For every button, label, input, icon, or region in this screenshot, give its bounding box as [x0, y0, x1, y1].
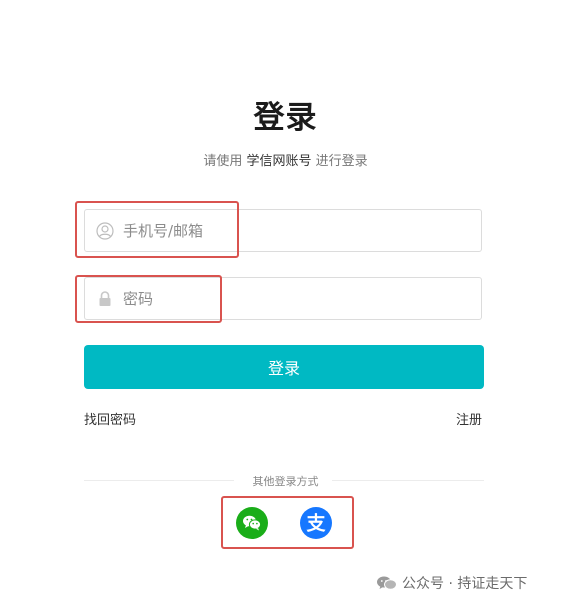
- page-title: 登录: [253, 100, 318, 136]
- alipay-icon: 支: [305, 513, 326, 535]
- alipay-login-button[interactable]: 支: [300, 507, 332, 539]
- lock-icon: [96, 290, 114, 308]
- login-page: 登录 请使用 学信网账号 进行登录 登录 找回密码 注册 其他登录方式: [0, 0, 571, 606]
- watermark: 公众号 · 持证走天下: [376, 573, 527, 593]
- divider-right: [332, 480, 484, 481]
- wechat-login-button[interactable]: [236, 507, 268, 539]
- forgot-password-link[interactable]: 找回密码: [84, 409, 136, 428]
- wechat-icon: [243, 515, 262, 531]
- register-link[interactable]: 注册: [456, 409, 482, 428]
- login-button[interactable]: 登录: [84, 345, 484, 389]
- subtitle-brand: 学信网账号: [246, 154, 312, 169]
- username-field[interactable]: [84, 209, 482, 252]
- user-circle-icon: [96, 222, 114, 240]
- svg-text:支: 支: [305, 513, 326, 535]
- page-subtitle: 请使用 学信网账号 进行登录: [0, 150, 571, 169]
- other-login-label: 其他登录方式: [252, 475, 319, 488]
- username-input[interactable]: [123, 210, 473, 251]
- password-input[interactable]: [123, 278, 473, 319]
- wechat-watermark-icon: [377, 576, 397, 590]
- password-field[interactable]: [84, 277, 482, 320]
- watermark-text: 公众号 · 持证走天下: [402, 576, 528, 592]
- subtitle-suffix: 进行登录: [311, 154, 368, 169]
- subtitle-prefix: 请使用: [203, 154, 247, 169]
